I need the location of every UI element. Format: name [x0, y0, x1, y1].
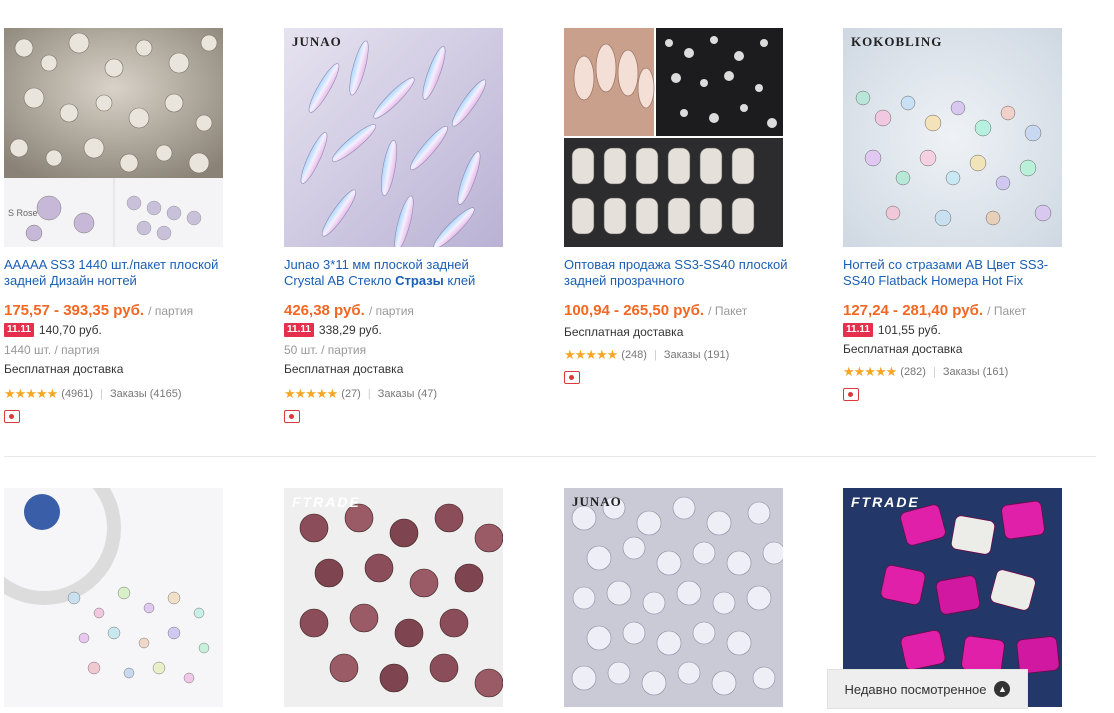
- product-image[interactable]: [564, 28, 783, 247]
- price-unit: / Пакет: [987, 304, 1027, 318]
- product-image[interactable]: S Rose: [4, 28, 223, 247]
- video-feedback-icon[interactable]: [843, 388, 859, 401]
- product-card[interactable]: Оптовая продажа SS3-SS40 плоской задней …: [564, 28, 804, 384]
- review-count[interactable]: (282): [900, 366, 926, 378]
- orders-count: Заказы (47): [377, 388, 438, 400]
- free-shipping: Бесплатная доставка: [4, 362, 124, 376]
- promo-badge: 11.11: [284, 323, 314, 337]
- video-feedback-icon[interactable]: [284, 410, 300, 423]
- rating: ★★★★★ (282) | Заказы (161): [843, 364, 1083, 380]
- promo-price-value: 101,55 руб.: [877, 323, 941, 337]
- promo-badge: 11.11: [843, 323, 873, 337]
- row-divider: [4, 456, 1096, 457]
- price-unit: / партия: [148, 304, 194, 318]
- product-grid: S Rose AAAAA SS3 1440 шт./пакет плоской …: [4, 28, 1104, 707]
- product-title-link[interactable]: Junao 3*11 мм плоской задней Crystal AB …: [284, 257, 509, 289]
- promo-price: 11.11 338,29 руб.: [284, 323, 524, 337]
- price-unit: / партия: [368, 304, 414, 318]
- brand-logo: KOKOBLING: [851, 34, 943, 49]
- price-line: 127,24 - 281,40 руб. / Пакет: [843, 302, 1083, 320]
- separator: |: [367, 388, 371, 400]
- product-title-link[interactable]: Ногтей со стразами AB Цвет SS3-SS40 Flat…: [843, 257, 1068, 289]
- rating: ★★★★★ (4961) | Заказы (4165): [4, 386, 244, 402]
- star-rating-icon: ★★★★★: [284, 386, 338, 401]
- video-feedback-icon[interactable]: [564, 371, 580, 384]
- review-count[interactable]: (248): [621, 349, 647, 361]
- price: 127,24 - 281,40 руб.: [843, 302, 983, 319]
- svg-text:S Rose: S Rose: [8, 208, 38, 218]
- brand-logo: JUNAO: [292, 34, 342, 49]
- product-row: S Rose AAAAA SS3 1440 шт./пакет плоской …: [4, 28, 1104, 457]
- product-image[interactable]: JUNAO: [284, 28, 503, 247]
- recently-viewed-label: Недавно посмотренное: [844, 681, 987, 697]
- brand-logo: JUNAO: [572, 494, 622, 509]
- recently-viewed-button[interactable]: Недавно посмотренное ▲: [827, 669, 1028, 709]
- free-shipping: Бесплатная доставка: [564, 325, 684, 339]
- promo-price-value: 338,29 руб.: [318, 323, 382, 337]
- product-image[interactable]: FTRADE: [284, 488, 503, 707]
- product-title-link[interactable]: AAAAA SS3 1440 шт./пакет плоской задней …: [4, 257, 229, 289]
- free-shipping: Бесплатная доставка: [843, 342, 963, 356]
- price-line: 100,94 - 265,50 руб. / Пакет: [564, 302, 804, 320]
- video-feedback-icon[interactable]: [4, 410, 20, 423]
- review-count[interactable]: (27): [341, 388, 361, 400]
- star-rating-icon: ★★★★★: [564, 347, 618, 362]
- orders-count: Заказы (4165): [109, 388, 182, 400]
- promo-price: 11.11 101,55 руб.: [843, 323, 1083, 337]
- brand-logo: FTRADE: [292, 494, 361, 510]
- lot-size: 50 шт. / партия: [284, 343, 367, 357]
- lot-size: 1440 шт. / партия: [4, 343, 100, 357]
- promo-price-value: 140,70 руб.: [38, 323, 102, 337]
- product-image[interactable]: JUNAO: [564, 488, 783, 707]
- product-card[interactable]: FTRADE: [284, 488, 524, 707]
- product-card[interactable]: S Rose AAAAA SS3 1440 шт./пакет плоской …: [4, 28, 244, 423]
- brand-logo: FTRADE: [851, 494, 920, 510]
- product-card[interactable]: JUNAO Junao 3*11 мм плоской задней Cryst…: [284, 28, 524, 423]
- product-card[interactable]: JUNAO: [564, 488, 804, 707]
- product-image[interactable]: KOKOBLING: [843, 28, 1062, 247]
- product-card[interactable]: KOKOBLING Ногтей со стразами AB Цвет SS3…: [843, 28, 1083, 401]
- product-card[interactable]: [4, 488, 244, 707]
- separator: |: [100, 388, 103, 400]
- price: 100,94 - 265,50 руб.: [564, 302, 704, 319]
- price: 426,38 руб.: [284, 302, 365, 319]
- separator: |: [932, 366, 936, 378]
- rating: ★★★★★ (27) | Заказы (47): [284, 386, 524, 402]
- price-line: 175,57 - 393,35 руб. / партия: [4, 302, 244, 320]
- price-unit: / Пакет: [708, 304, 748, 318]
- orders-count: Заказы (191): [663, 349, 730, 361]
- promo-price: 11.11 140,70 руб.: [4, 323, 244, 337]
- product-title-link[interactable]: Оптовая продажа SS3-SS40 плоской задней …: [564, 257, 789, 289]
- star-rating-icon: ★★★★★: [843, 364, 897, 379]
- star-rating-icon: ★★★★★: [4, 386, 58, 401]
- price: 175,57 - 393,35 руб.: [4, 302, 144, 319]
- review-count[interactable]: (4961): [61, 388, 93, 400]
- separator: |: [653, 349, 657, 361]
- product-image[interactable]: [4, 488, 223, 707]
- price-line: 426,38 руб. / партия: [284, 302, 524, 320]
- free-shipping: Бесплатная доставка: [284, 362, 404, 376]
- rating: ★★★★★ (248) | Заказы (191): [564, 347, 804, 363]
- chevron-up-icon: ▲: [994, 681, 1011, 697]
- orders-count: Заказы (161): [942, 366, 1009, 378]
- promo-badge: 11.11: [4, 323, 34, 337]
